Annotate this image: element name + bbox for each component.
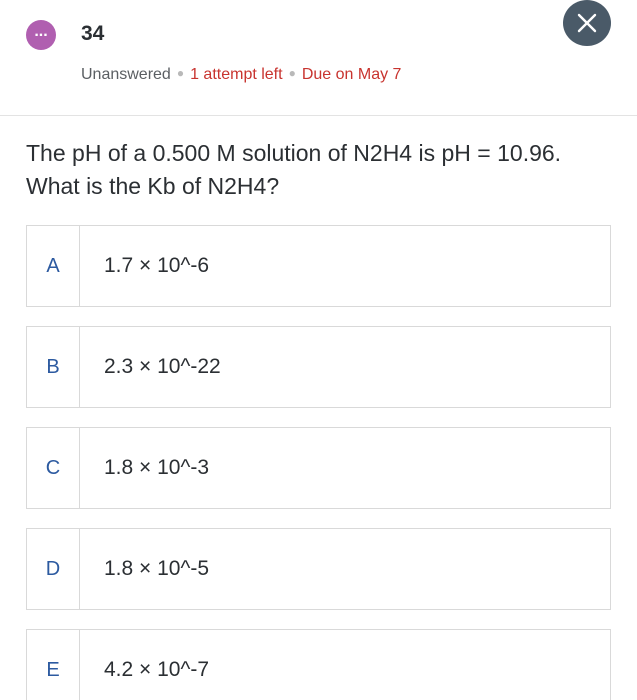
separator-dot: ● <box>288 66 296 80</box>
question-meta: Unanswered ● 1 attempt left ● Due on May 7 <box>81 66 401 84</box>
attempts-text: 1 attempt left <box>190 66 283 83</box>
option-letter: E <box>27 630 80 700</box>
question-line-1: The pH of a 0.500 M solution of N2H4 is … <box>26 140 562 166</box>
option-text: 1.8 × 10^-5 <box>104 557 210 580</box>
option-c[interactable]: C 1.8 × 10^-3 <box>26 427 611 509</box>
avatar-glyph: ... <box>34 23 48 40</box>
question-text: The pH of a 0.500 M solution of N2H4 is … <box>26 137 611 203</box>
option-a[interactable]: A 1.7 × 10^-6 <box>26 225 611 307</box>
option-text: 1.8 × 10^-3 <box>104 456 210 479</box>
separator-dot: ● <box>176 66 185 80</box>
option-e[interactable]: E 4.2 × 10^-7 <box>26 629 611 700</box>
option-text: 4.2 × 10^-7 <box>104 658 210 681</box>
due-date-text: Due on May 7 <box>301 66 402 83</box>
status-text: Unanswered <box>81 66 171 83</box>
option-letter: D <box>27 529 80 609</box>
question-header: ... 34 Unanswered ● 1 attempt left ● Due on … <box>0 0 637 116</box>
more-options-icon[interactable]: ... <box>26 20 56 50</box>
option-letter: B <box>27 327 80 407</box>
close-icon <box>577 13 597 33</box>
question-number: 34 <box>81 22 105 45</box>
option-text: 1.7 × 10^-6 <box>104 254 210 277</box>
option-text: 2.3 × 10^-22 <box>104 355 221 378</box>
question-line-2: What is the Kb of N2H4? <box>26 173 280 199</box>
option-letter: C <box>27 428 80 508</box>
option-letter: A <box>27 226 80 306</box>
close-button[interactable] <box>563 0 611 46</box>
option-b[interactable]: B 2.3 × 10^-22 <box>26 326 611 408</box>
option-d[interactable]: D 1.8 × 10^-5 <box>26 528 611 610</box>
question-page: ... 34 Unanswered ● 1 attempt left ● Due on … <box>0 0 637 700</box>
